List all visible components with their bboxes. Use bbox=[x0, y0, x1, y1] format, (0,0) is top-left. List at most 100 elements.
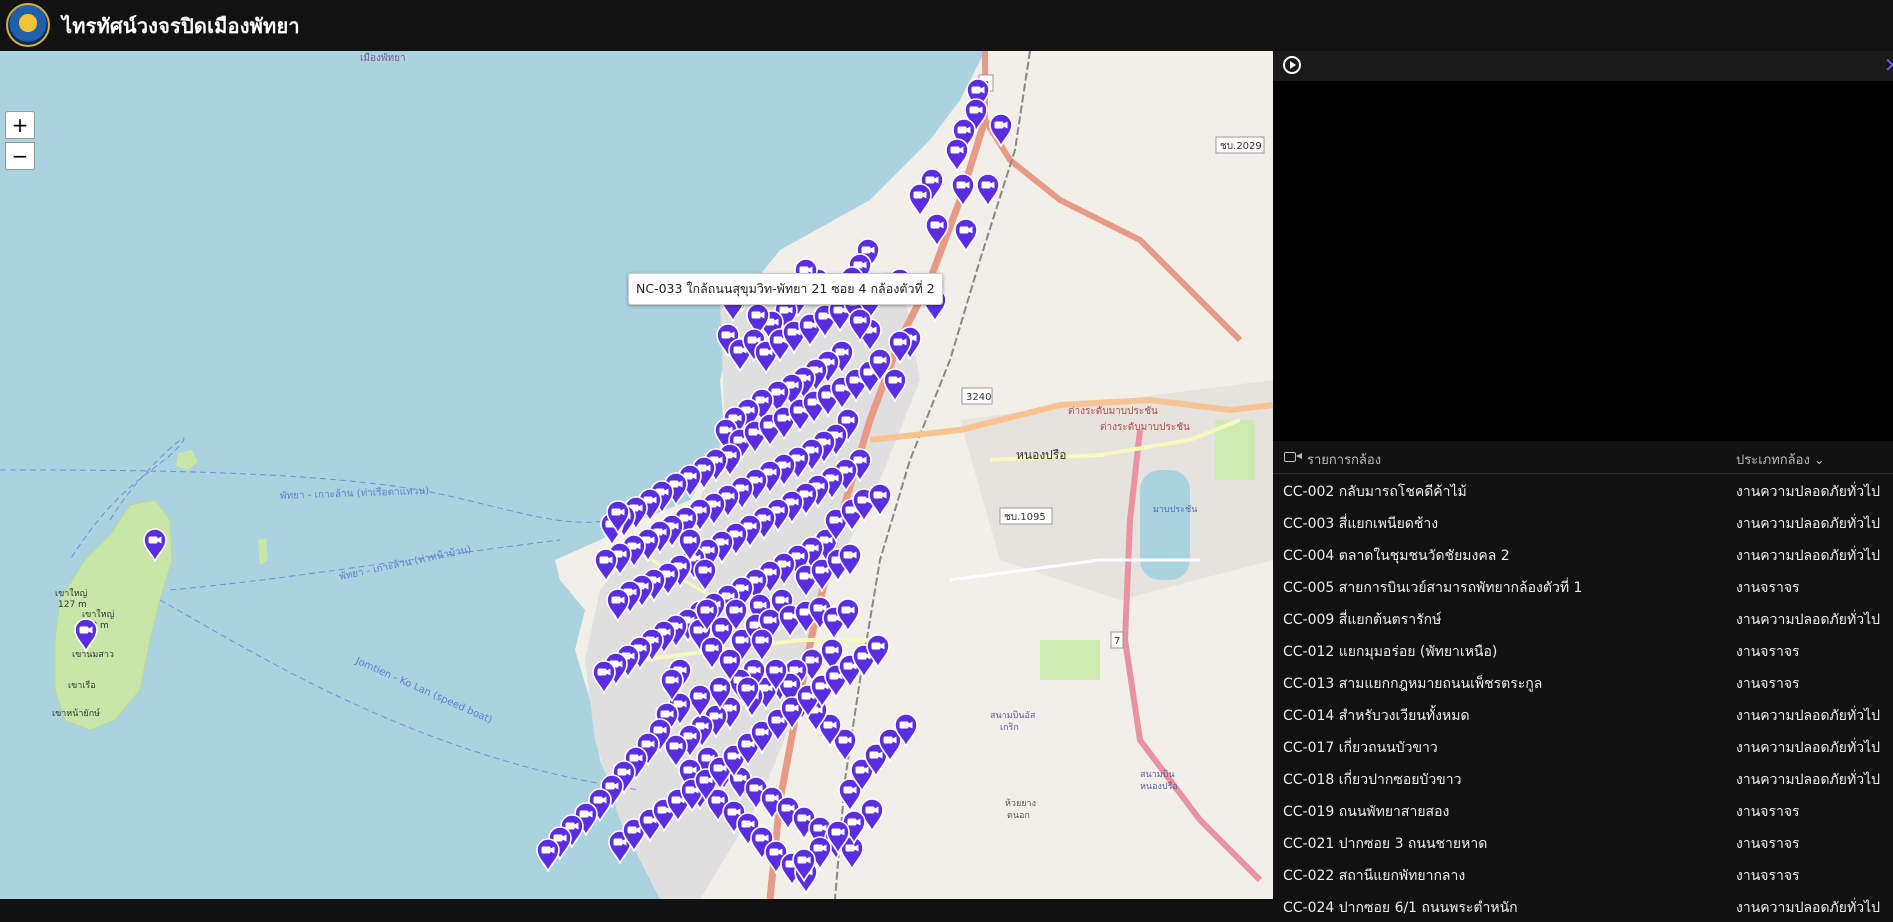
label-huaiyai: ห้วยยาง bbox=[1005, 798, 1036, 809]
label-airport-2b: หนองปรือ bbox=[1140, 781, 1178, 792]
camera-list-item[interactable]: CC-003 สี่แยกเพนียดช้าง งานความปลอดภัยทั่… bbox=[1273, 506, 1893, 538]
label-interchange-2: ต่างระดับมาบประชัน bbox=[1100, 422, 1190, 433]
label-airport-1: สนามบินอัส bbox=[990, 710, 1036, 721]
camera-name: CC-005 สายการบินเวย์สามารถพัทยากล้องตัวท… bbox=[1283, 580, 1583, 596]
camera-type-filter[interactable]: ประเภทกล้อง ⌄ bbox=[1736, 449, 1825, 470]
reservoir-water bbox=[1140, 470, 1190, 580]
camera-marker[interactable] bbox=[591, 660, 617, 694]
map-view[interactable]: เมืองพัทยา 3 ชบ.2029 3240 หนองปรือ ชบ.10… bbox=[0, 51, 1273, 899]
camera-marker[interactable] bbox=[893, 713, 919, 747]
zoom-out-button[interactable]: − bbox=[5, 142, 35, 170]
camera-type: งานความปลอดภัยทั่วไป bbox=[1736, 708, 1880, 724]
camera-marker[interactable] bbox=[867, 483, 893, 517]
camera-type: งานความปลอดภัยทั่วไป bbox=[1736, 900, 1880, 916]
camera-marker[interactable] bbox=[865, 634, 891, 668]
camera-tooltip: NC-033 ใกล้ถนนสุขุมวิท-พัทยา 21 ซอย 4 กล… bbox=[628, 273, 943, 305]
app-title: ไทรทัศน์วงจรปิดเมืองพัทยา bbox=[62, 14, 300, 38]
label-mtn4: เขาเรือ bbox=[68, 680, 96, 691]
camera-marker[interactable] bbox=[593, 548, 619, 582]
label-1095: ชบ.1095 bbox=[1004, 512, 1046, 523]
camera-marker[interactable] bbox=[924, 213, 950, 247]
camera-marker[interactable] bbox=[605, 500, 631, 534]
label-mtn1: เขาใหญ่ bbox=[55, 588, 88, 599]
camera-marker[interactable] bbox=[975, 173, 1001, 207]
zoom-in-button[interactable]: + bbox=[5, 111, 35, 139]
camera-list-item[interactable]: CC-005 สายการบินเวย์สามารถพัทยากล้องตัวท… bbox=[1273, 570, 1893, 602]
close-icon[interactable]: ✕ bbox=[1884, 54, 1893, 76]
camera-list-header: รายการกล้อง ประเภทกล้อง ⌄ bbox=[1273, 441, 1893, 474]
camera-list-item[interactable]: CC-017 เกี่ยวถนนบัวขาว งานความปลอดภัยทั่ว… bbox=[1273, 730, 1893, 762]
label-ferry-1: พัทยา - เกาะล้าน (ท่าเรือตาแหวน) bbox=[280, 485, 430, 502]
video-camera-icon bbox=[1284, 452, 1302, 462]
camera-marker[interactable] bbox=[605, 588, 631, 622]
camera-marker[interactable] bbox=[847, 308, 873, 342]
camera-type: งานความปลอดภัยทั่วไป bbox=[1736, 740, 1880, 756]
camera-type: งานจราจร bbox=[1736, 580, 1800, 596]
video-player[interactable] bbox=[1273, 81, 1893, 441]
label-speedboat: Jomtien - Ko Lan (speed boat) bbox=[353, 655, 494, 726]
camera-marker[interactable] bbox=[988, 113, 1014, 147]
camera-marker[interactable] bbox=[953, 218, 979, 252]
camera-list-item[interactable]: CC-022 สถานีแยกพัทยากลาง งานจราจร bbox=[1273, 858, 1893, 890]
camera-name: CC-017 เกี่ยวถนนบัวขาว bbox=[1283, 740, 1438, 756]
camera-list-item[interactable]: CC-004 ตลาดในชุมชนวัดชัยมงคล 2 งานความปลอ… bbox=[1273, 538, 1893, 570]
camera-type: งานความปลอดภัยทั่วไป bbox=[1736, 516, 1880, 532]
camera-marker[interactable] bbox=[907, 183, 933, 217]
camera-marker[interactable] bbox=[887, 330, 913, 364]
label-3240: 3240 bbox=[966, 392, 991, 403]
camera-marker[interactable] bbox=[749, 628, 775, 662]
camera-list-item[interactable]: CC-019 ถนนพัทยาสายสอง งานจราจร bbox=[1273, 794, 1893, 826]
camera-name: CC-014 สำหรับวงเวียนทั้งหมด bbox=[1283, 708, 1470, 724]
label-airport-2: สนามบิน bbox=[1140, 769, 1175, 780]
camera-type: งานจราจร bbox=[1736, 804, 1800, 820]
label-muang: เมืองพัทยา bbox=[360, 52, 406, 64]
camera-list: CC-002 กลับมารถโชคดีค้าไม้ งานความปลอดภัย… bbox=[1273, 474, 1893, 922]
camera-type: งานความปลอดภัยทั่วไป bbox=[1736, 484, 1880, 500]
camera-marker[interactable] bbox=[659, 668, 685, 702]
camera-name: CC-022 สถานีแยกพัทยากลาง bbox=[1283, 868, 1466, 884]
label-airport-1b: เกริก bbox=[1000, 722, 1019, 733]
ferry-route-3 bbox=[159, 599, 641, 791]
camera-name: CC-018 เกี่ยวปากซอยบัวขาว bbox=[1283, 772, 1462, 788]
camera-marker[interactable] bbox=[735, 676, 761, 710]
camera-list-item[interactable]: CC-021 ปากซอย 3 ถนนชายหาด งานจราจร bbox=[1273, 826, 1893, 858]
camera-type: งานความปลอดภัยทั่วไป bbox=[1736, 772, 1880, 788]
camera-marker[interactable] bbox=[142, 528, 168, 562]
label-tambon: ตนอก bbox=[1007, 811, 1030, 821]
camera-marker[interactable] bbox=[882, 368, 908, 402]
camera-marker[interactable] bbox=[692, 558, 718, 592]
camera-marker[interactable] bbox=[837, 543, 863, 577]
islet-2 bbox=[258, 538, 268, 565]
camera-panel: ✕ รายการกล้อง ประเภทกล้อง ⌄ CC-002 กลับม… bbox=[1273, 51, 1893, 916]
camera-marker[interactable] bbox=[535, 838, 561, 872]
camera-type: งานจราจร bbox=[1736, 868, 1800, 884]
camera-list-item[interactable]: CC-002 กลับมารถโชคดีค้าไม้ งานความปลอดภัย… bbox=[1273, 474, 1893, 506]
camera-list-item[interactable]: CC-014 สำหรับวงเวียนทั้งหมด งานความปลอดภั… bbox=[1273, 698, 1893, 730]
camera-name: CC-009 สี่แยกต้นตรารักษ์ bbox=[1283, 612, 1442, 628]
camera-marker[interactable] bbox=[73, 618, 99, 652]
camera-type: งานจราจร bbox=[1736, 676, 1800, 692]
label-ferry-2: พัทยา - เกาะล้าน (ท่าหน้าบ้าน) bbox=[338, 543, 472, 583]
camera-name: CC-019 ถนนพัทยาสายสอง bbox=[1283, 804, 1450, 820]
camera-marker[interactable] bbox=[835, 598, 861, 632]
camera-list-item[interactable]: CC-012 แยกมุมอร่อย (พัทยาเหนือ) งานจราจร bbox=[1273, 634, 1893, 666]
video-toolbar: ✕ bbox=[1273, 51, 1893, 81]
camera-list-item[interactable]: CC-024 ปากซอย 6/1 ถนนพระตำหนัก งานความปลอ… bbox=[1273, 890, 1893, 922]
label-reservoir: มาบประชัน bbox=[1153, 505, 1197, 515]
camera-list-item[interactable]: CC-013 สามแยกกฎหมายถนนเพ็ชรตระกูล งานจราจ… bbox=[1273, 666, 1893, 698]
camera-marker[interactable] bbox=[694, 598, 720, 632]
play-icon[interactable] bbox=[1283, 56, 1301, 74]
camera-list-item[interactable]: CC-009 สี่แยกต้นตรารักษ์ งานความปลอดภัยทั… bbox=[1273, 602, 1893, 634]
camera-name: CC-012 แยกมุมอร่อย (พัทยาเหนือ) bbox=[1283, 644, 1498, 660]
camera-marker[interactable] bbox=[791, 848, 817, 882]
city-logo[interactable] bbox=[6, 3, 50, 47]
park-area-2 bbox=[1040, 640, 1100, 680]
camera-type: งานจราจร bbox=[1736, 644, 1800, 660]
camera-marker[interactable] bbox=[950, 173, 976, 207]
camera-list-item[interactable]: CC-018 เกี่ยวปากซอยบัวขาว งานความปลอดภัยท… bbox=[1273, 762, 1893, 794]
camera-marker[interactable] bbox=[944, 138, 970, 172]
camera-list-title: รายการกล้อง bbox=[1307, 453, 1382, 468]
camera-marker[interactable] bbox=[677, 528, 703, 562]
camera-name: CC-004 ตลาดในชุมชนวัดชัยมงคล 2 bbox=[1283, 548, 1510, 564]
islet bbox=[176, 450, 198, 470]
